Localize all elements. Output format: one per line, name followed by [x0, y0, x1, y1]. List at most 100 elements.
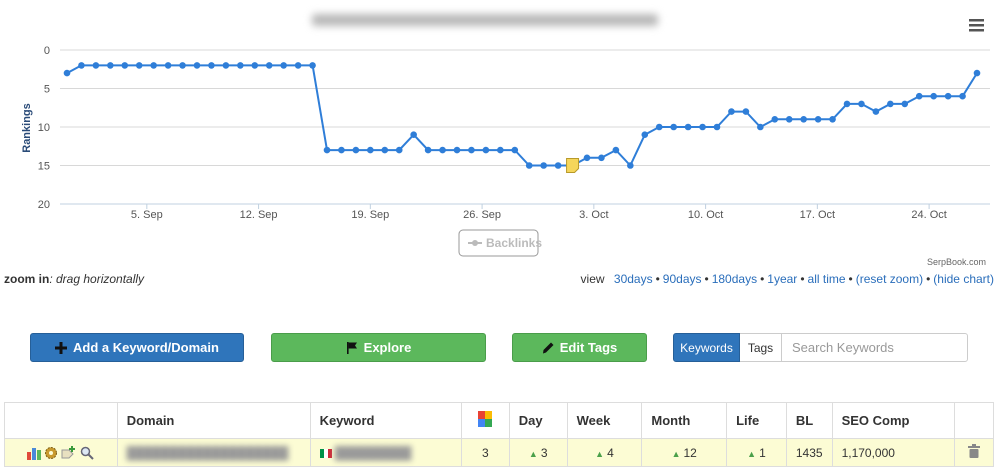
data-point[interactable]: [107, 62, 114, 69]
data-point[interactable]: [251, 62, 259, 69]
data-point[interactable]: [323, 146, 331, 154]
edit-tags-button[interactable]: Edit Tags: [512, 333, 647, 362]
data-point[interactable]: [757, 123, 764, 131]
chart-menu-icon[interactable]: [969, 19, 984, 32]
segment-keywords[interactable]: Keywords: [673, 333, 740, 362]
segment-tags[interactable]: Tags: [740, 333, 782, 362]
data-point[interactable]: [193, 62, 201, 69]
view-link-reset-zoom[interactable]: (reset zoom): [856, 272, 923, 286]
data-point[interactable]: [511, 146, 519, 154]
header-month[interactable]: Month: [641, 402, 728, 439]
data-point[interactable]: [309, 62, 316, 69]
data-point[interactable]: [554, 162, 562, 169]
data-point[interactable]: [468, 146, 475, 154]
data-point[interactable]: [294, 62, 302, 69]
rankings-chart[interactable]: 0 5 10 15 20 5. Sep 12. Sep 19. Sep 26. Sep 3. O…: [0, 0, 1000, 270]
data-point[interactable]: [655, 123, 663, 131]
chart-credit[interactable]: SerpBook.com: [927, 257, 986, 267]
data-point[interactable]: [814, 116, 822, 123]
data-point[interactable]: [627, 162, 634, 169]
data-point[interactable]: [785, 116, 793, 123]
search-icon[interactable]: [80, 446, 95, 460]
data-point[interactable]: [973, 69, 981, 77]
view-link-all-time[interactable]: all time: [808, 272, 846, 286]
data-point[interactable]: [92, 62, 100, 69]
add-keyword-domain-button[interactable]: Add a Keyword/Domain: [30, 333, 244, 362]
gear-icon[interactable]: [44, 446, 58, 460]
data-point[interactable]: [728, 108, 735, 115]
data-point[interactable]: [63, 69, 71, 77]
data-point[interactable]: [800, 116, 807, 123]
data-point[interactable]: [915, 92, 923, 100]
data-point[interactable]: [699, 123, 706, 131]
search-keywords-input[interactable]: [781, 333, 968, 362]
data-point[interactable]: [424, 146, 432, 154]
view-link-hide-chart[interactable]: (hide chart): [933, 272, 994, 286]
data-point[interactable]: [540, 162, 547, 169]
data-point[interactable]: [598, 154, 605, 162]
data-point[interactable]: [742, 108, 750, 115]
data-point[interactable]: [222, 62, 230, 69]
header-google[interactable]: [460, 402, 510, 439]
data-point[interactable]: [930, 92, 937, 100]
row-domain[interactable]: ███████████████████: [116, 438, 311, 467]
header-bl[interactable]: BL: [785, 402, 833, 439]
header-seo-comp[interactable]: SEO Comp: [831, 402, 956, 439]
explore-button[interactable]: Explore: [271, 333, 486, 362]
data-point[interactable]: [367, 146, 374, 154]
data-point[interactable]: [612, 146, 620, 154]
data-point[interactable]: [482, 146, 490, 154]
data-point[interactable]: [829, 116, 836, 123]
data-point[interactable]: [381, 146, 389, 154]
data-point[interactable]: [135, 62, 143, 69]
data-point[interactable]: [453, 146, 461, 154]
data-point[interactable]: [525, 162, 533, 169]
bar-chart-icon[interactable]: [27, 446, 42, 460]
data-point[interactable]: [164, 62, 172, 69]
data-point[interactable]: [280, 62, 287, 69]
data-point[interactable]: [713, 123, 721, 131]
data-point[interactable]: [265, 62, 273, 69]
view-link-90days[interactable]: 90days: [663, 272, 702, 286]
data-point[interactable]: [497, 146, 504, 154]
note-annotation-icon[interactable]: [566, 158, 580, 173]
header-week[interactable]: Week: [566, 402, 643, 439]
row-keyword[interactable]: █████████: [309, 438, 462, 467]
data-point[interactable]: [641, 131, 649, 138]
backlinks-legend-button[interactable]: Backlinks: [458, 229, 542, 257]
data-point[interactable]: [352, 146, 360, 154]
data-point[interactable]: [670, 123, 677, 131]
data-point[interactable]: [843, 100, 851, 108]
data-point[interactable]: [179, 62, 186, 69]
data-point[interactable]: [771, 116, 779, 123]
data-point[interactable]: [858, 100, 865, 108]
view-link-30days[interactable]: 30days: [614, 272, 653, 286]
data-point[interactable]: [887, 100, 894, 108]
data-point[interactable]: [959, 92, 966, 100]
data-point[interactable]: [684, 123, 692, 131]
data-point[interactable]: [872, 108, 880, 115]
data-point[interactable]: [410, 131, 417, 138]
data-point[interactable]: [338, 146, 345, 154]
header-life[interactable]: Life: [726, 402, 787, 439]
data-point[interactable]: [395, 146, 403, 154]
header-day[interactable]: Day: [508, 402, 568, 439]
data-point[interactable]: [944, 92, 952, 100]
data-point[interactable]: [901, 100, 909, 108]
view-link-1year[interactable]: 1year: [767, 272, 797, 286]
data-point[interactable]: [121, 62, 129, 69]
row-bl[interactable]: 1435: [785, 438, 833, 467]
trash-icon[interactable]: [968, 444, 980, 458]
data-point[interactable]: [208, 62, 215, 69]
chart-title-blurred: [312, 14, 658, 26]
data-point[interactable]: [237, 62, 244, 69]
header-domain[interactable]: Domain: [116, 402, 311, 439]
data-point[interactable]: [78, 62, 85, 69]
header-keyword[interactable]: Keyword: [309, 402, 462, 439]
view-link-180days[interactable]: 180days: [712, 272, 757, 286]
data-point[interactable]: [150, 62, 157, 69]
data-point[interactable]: [439, 146, 446, 154]
row-delete[interactable]: [954, 438, 994, 467]
add-tag-icon[interactable]: [61, 445, 77, 460]
data-point[interactable]: [583, 154, 591, 162]
